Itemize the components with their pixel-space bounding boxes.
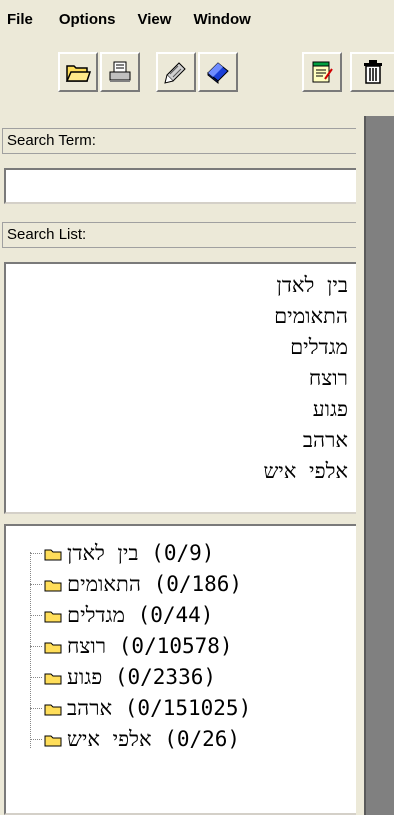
menu-window[interactable]: Window [193, 11, 250, 28]
print-button[interactable] [100, 52, 140, 92]
tree-node[interactable]: ארהב (0/151025) [6, 693, 251, 724]
list-item[interactable]: בין לאדן [6, 270, 356, 301]
search-list-label: Search List: [2, 222, 360, 248]
document-panel [356, 116, 394, 815]
tree-node-label: התאומים (0/186) [67, 572, 243, 596]
open-button[interactable] [58, 52, 98, 92]
note-pen-icon [164, 62, 186, 84]
tree-node-label: מגדלים (0/44) [67, 603, 214, 627]
list-item[interactable]: התאומים [6, 301, 356, 332]
search-term-input[interactable] [4, 168, 358, 204]
tree-node[interactable]: רוצח (0/10578) [6, 631, 233, 662]
menu-file[interactable]: File [7, 11, 33, 28]
tree-node-label: פגוע (0/2336) [67, 665, 217, 689]
folder-icon [44, 611, 62, 622]
toolbar [0, 40, 394, 108]
folder-icon [44, 549, 62, 560]
list-item[interactable]: פגוע [6, 394, 356, 425]
folder-icon [44, 735, 62, 746]
folder-icon [44, 704, 62, 715]
tree-node[interactable]: התאומים (0/186) [6, 569, 242, 600]
results-tree[interactable]: בין לאדן (0/9) התאומים (0/186) מגדלים (0… [4, 524, 358, 815]
tree-node-label: ארהב (0/151025) [67, 696, 252, 720]
erase-button[interactable] [198, 52, 238, 92]
tree-node-label: רוצח (0/10578) [67, 634, 233, 658]
delete-button[interactable] [350, 52, 394, 92]
list-item[interactable]: ארהב [6, 425, 356, 456]
list-item[interactable]: רוצח [6, 363, 356, 394]
folder-icon [44, 642, 62, 653]
search-list[interactable]: בין לאדן התאומים מגדלים רוצח פגוע ארהב א… [4, 262, 358, 514]
tree-node[interactable]: מגדלים (0/44) [6, 600, 213, 631]
notepad-button[interactable] [302, 52, 342, 92]
folder-icon [44, 673, 62, 684]
notepad-icon [312, 61, 333, 83]
menu-options[interactable]: Options [59, 11, 116, 28]
eraser-icon [207, 62, 229, 85]
tree-node[interactable]: בין לאדן (0/9) [6, 538, 214, 569]
trash-icon [364, 60, 382, 84]
open-folder-icon [65, 65, 91, 82]
menu-view[interactable]: View [138, 11, 172, 28]
menu-bar: File Options View Window [0, 0, 394, 38]
tree-node[interactable]: פגוע (0/2336) [6, 662, 216, 693]
search-term-label: Search Term: [2, 128, 360, 154]
edit-note-button[interactable] [156, 52, 196, 92]
tree-node[interactable]: אלפי איש (0/26) [6, 724, 240, 755]
tree-node-label: אלפי איש (0/26) [67, 727, 241, 751]
search-panel: Search Term: Search List: בין לאדן התאומ… [0, 116, 362, 815]
list-item[interactable]: אלפי איש [6, 456, 356, 487]
print-icon [109, 61, 131, 82]
splitter[interactable] [356, 116, 364, 815]
tree-node-label: בין לאדן (0/9) [67, 541, 215, 565]
folder-icon [44, 580, 62, 591]
list-item[interactable]: מגדלים [6, 332, 356, 363]
